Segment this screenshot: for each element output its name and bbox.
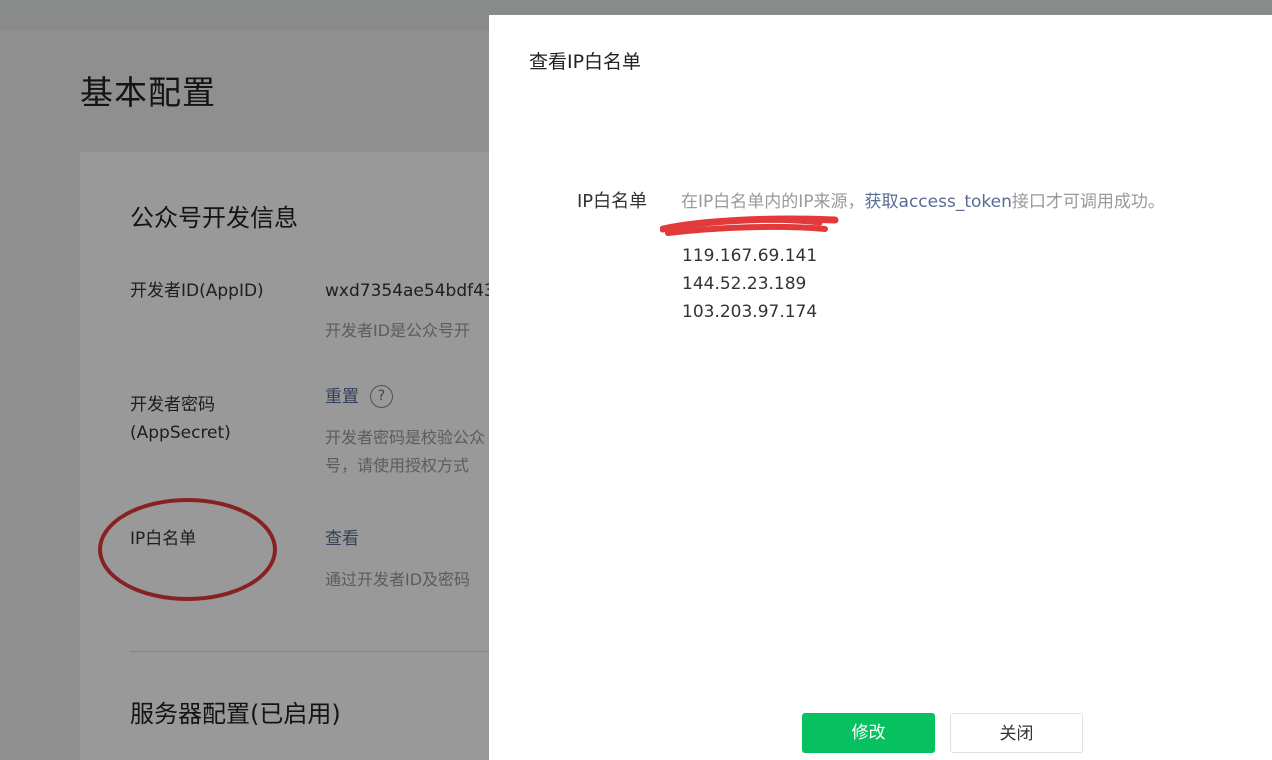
ip-row: 103.203.97.174 [682, 302, 818, 322]
ip-whitelist-dialog: 查看IP白名单 IP白名单 在IP白名单内的IP来源，获取access_toke… [489, 15, 1272, 760]
tip-prefix: 在IP白名单内的IP来源， [681, 192, 865, 212]
ip-row: 144.52.23.189 [682, 274, 807, 294]
tip-suffix: 接口才可调用成功。 [1011, 192, 1165, 212]
dialog-title: 查看IP白名单 [529, 51, 642, 73]
ip-row-redacted [682, 214, 817, 242]
field-tip: 在IP白名单内的IP来源，获取access_token接口才可调用成功。 [681, 187, 1165, 212]
field-label: IP白名单 [577, 191, 648, 212]
ip-row: 119.167.69.141 [682, 246, 818, 266]
modify-button[interactable]: 修改 [802, 713, 935, 753]
ip-list: 119.167.69.141 144.52.23.189 103.203.97.… [682, 214, 817, 326]
close-button[interactable]: 关闭 [950, 713, 1083, 753]
access-token-link[interactable]: 获取access_token [865, 192, 1012, 212]
